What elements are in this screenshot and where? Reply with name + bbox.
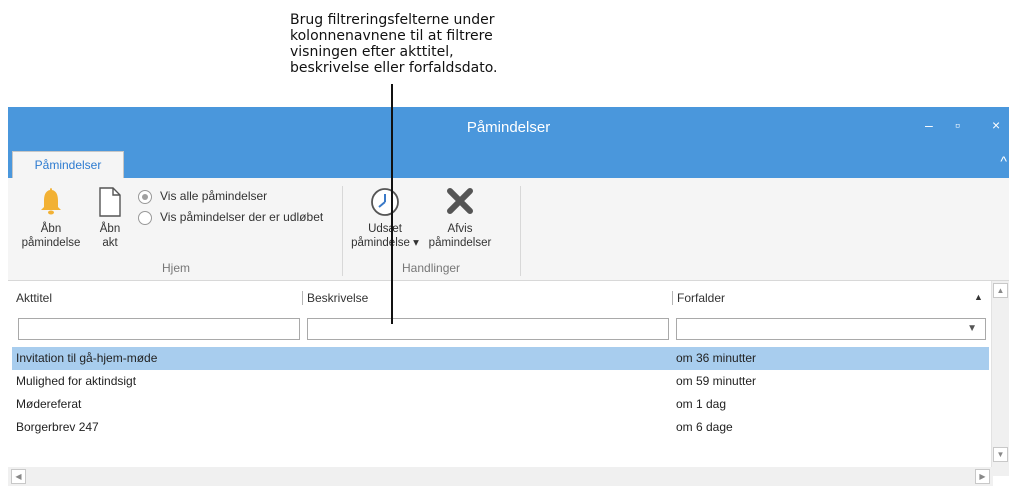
bell-icon bbox=[16, 186, 86, 222]
close-button[interactable]: × bbox=[992, 117, 1000, 133]
postpone-label-2: påmindelse ▾ bbox=[351, 237, 419, 249]
open-case-label-2: akt bbox=[102, 237, 118, 249]
filter-due-select[interactable]: ▼ bbox=[676, 318, 986, 340]
filter-description-input[interactable] bbox=[307, 318, 669, 340]
dismiss-reminders-button[interactable]: Afvis påmindelser bbox=[425, 186, 495, 250]
row-title: Mulighed for aktindsigt bbox=[16, 374, 137, 388]
callout-line-3: visningen efter akttitel, bbox=[290, 44, 454, 60]
group-separator-2 bbox=[520, 186, 521, 276]
reminders-grid: Akttitel Beskrivelse Forfalder ▲ ▼ Invit… bbox=[8, 281, 1009, 491]
sort-ascending-icon[interactable]: ▲ bbox=[974, 292, 983, 302]
ribbon-tabstrip: Påmindelser ^ bbox=[8, 147, 1009, 178]
row-due: om 36 minutter bbox=[676, 351, 757, 365]
row-title: Invitation til gå-hjem-møde bbox=[16, 351, 158, 365]
group-label-hjem: Hjem bbox=[162, 261, 191, 275]
dismiss-label-1: Afvis bbox=[447, 223, 473, 235]
scroll-left-icon[interactable]: ◀ bbox=[11, 469, 26, 484]
vertical-scrollbar[interactable]: ▲ ▼ bbox=[991, 281, 1009, 476]
callout-line-4: beskrivelse eller forfaldsdato. bbox=[290, 60, 498, 76]
row-due: om 1 dag bbox=[676, 397, 727, 411]
row-title: Borgerbrev 247 bbox=[16, 420, 99, 434]
filter-title-input[interactable] bbox=[18, 318, 300, 340]
open-case-button[interactable]: Åbn akt bbox=[92, 186, 128, 250]
document-icon bbox=[92, 186, 128, 222]
reminders-window: Påmindelser – ▫ × Påmindelser ^ Åbn påmi… bbox=[8, 107, 1009, 491]
column-header-due[interactable]: Forfalder bbox=[677, 291, 725, 305]
table-row[interactable]: Mødereferat om 1 dag bbox=[12, 393, 989, 416]
table-row[interactable]: Invitation til gå-hjem-møde om 36 minutt… bbox=[12, 347, 989, 370]
collapse-ribbon-button[interactable]: ^ bbox=[1000, 153, 1007, 169]
radio-show-all[interactable]: Vis alle påmindelser bbox=[138, 189, 267, 204]
postpone-reminder-button[interactable]: Udsæt påmindelse ▾ bbox=[351, 186, 419, 250]
open-reminder-label-2: påmindelse bbox=[21, 237, 81, 249]
group-label-handlinger: Handlinger bbox=[402, 261, 461, 275]
radio-show-all-label: Vis alle påmindelser bbox=[160, 189, 268, 203]
table-row[interactable]: Borgerbrev 247 om 6 dage bbox=[12, 416, 989, 439]
maximize-button[interactable]: ▫ bbox=[955, 117, 960, 133]
dismiss-x-icon bbox=[425, 186, 495, 222]
column-header-title[interactable]: Akttitel bbox=[16, 291, 52, 305]
dismiss-label-2: påmindelser bbox=[428, 237, 492, 249]
column-separator[interactable] bbox=[672, 291, 673, 305]
row-title: Mødereferat bbox=[16, 397, 82, 411]
open-reminder-label-1: Åbn bbox=[40, 223, 62, 235]
minimize-button[interactable]: – bbox=[925, 117, 933, 133]
scroll-down-icon[interactable]: ▼ bbox=[993, 447, 1008, 462]
title-bar: Påmindelser – ▫ × bbox=[8, 107, 1009, 147]
clock-icon bbox=[351, 186, 419, 222]
tab-reminders[interactable]: Påmindelser bbox=[12, 151, 124, 178]
ribbon: Åbn påmindelse Åbn akt Vis alle påmindel… bbox=[8, 178, 1009, 281]
radio-show-expired[interactable]: Vis påmindelser der er udløbet bbox=[138, 210, 323, 225]
callout-text: Brug filtreringsfelterne under kolonnena… bbox=[290, 12, 550, 76]
postpone-label-1: Udsæt bbox=[368, 223, 402, 235]
radio-show-expired-indicator bbox=[138, 210, 152, 225]
callout-line-1: Brug filtreringsfelterne under bbox=[290, 12, 495, 28]
window-title: Påmindelser bbox=[466, 119, 551, 136]
radio-show-expired-label: Vis påmindelser der er udløbet bbox=[160, 210, 324, 224]
callout-pointer-line bbox=[391, 84, 393, 324]
open-reminder-button[interactable]: Åbn påmindelse bbox=[16, 186, 86, 250]
radio-show-all-indicator bbox=[138, 189, 152, 204]
group-separator bbox=[342, 186, 343, 276]
horizontal-scrollbar[interactable]: ◀ ▶ bbox=[8, 467, 993, 486]
chevron-down-icon: ▼ bbox=[967, 323, 977, 334]
scroll-right-icon[interactable]: ▶ bbox=[975, 469, 990, 484]
row-due: om 59 minutter bbox=[676, 374, 757, 388]
callout-line-2: kolonnenavnene til at filtrere bbox=[290, 28, 493, 44]
open-case-label-1: Åbn bbox=[99, 223, 121, 235]
column-separator[interactable] bbox=[302, 291, 303, 305]
table-row[interactable]: Mulighed for aktindsigt om 59 minutter bbox=[12, 370, 989, 393]
row-due: om 6 dage bbox=[676, 420, 733, 434]
column-header-description[interactable]: Beskrivelse bbox=[307, 291, 368, 305]
scroll-up-icon[interactable]: ▲ bbox=[993, 283, 1008, 298]
